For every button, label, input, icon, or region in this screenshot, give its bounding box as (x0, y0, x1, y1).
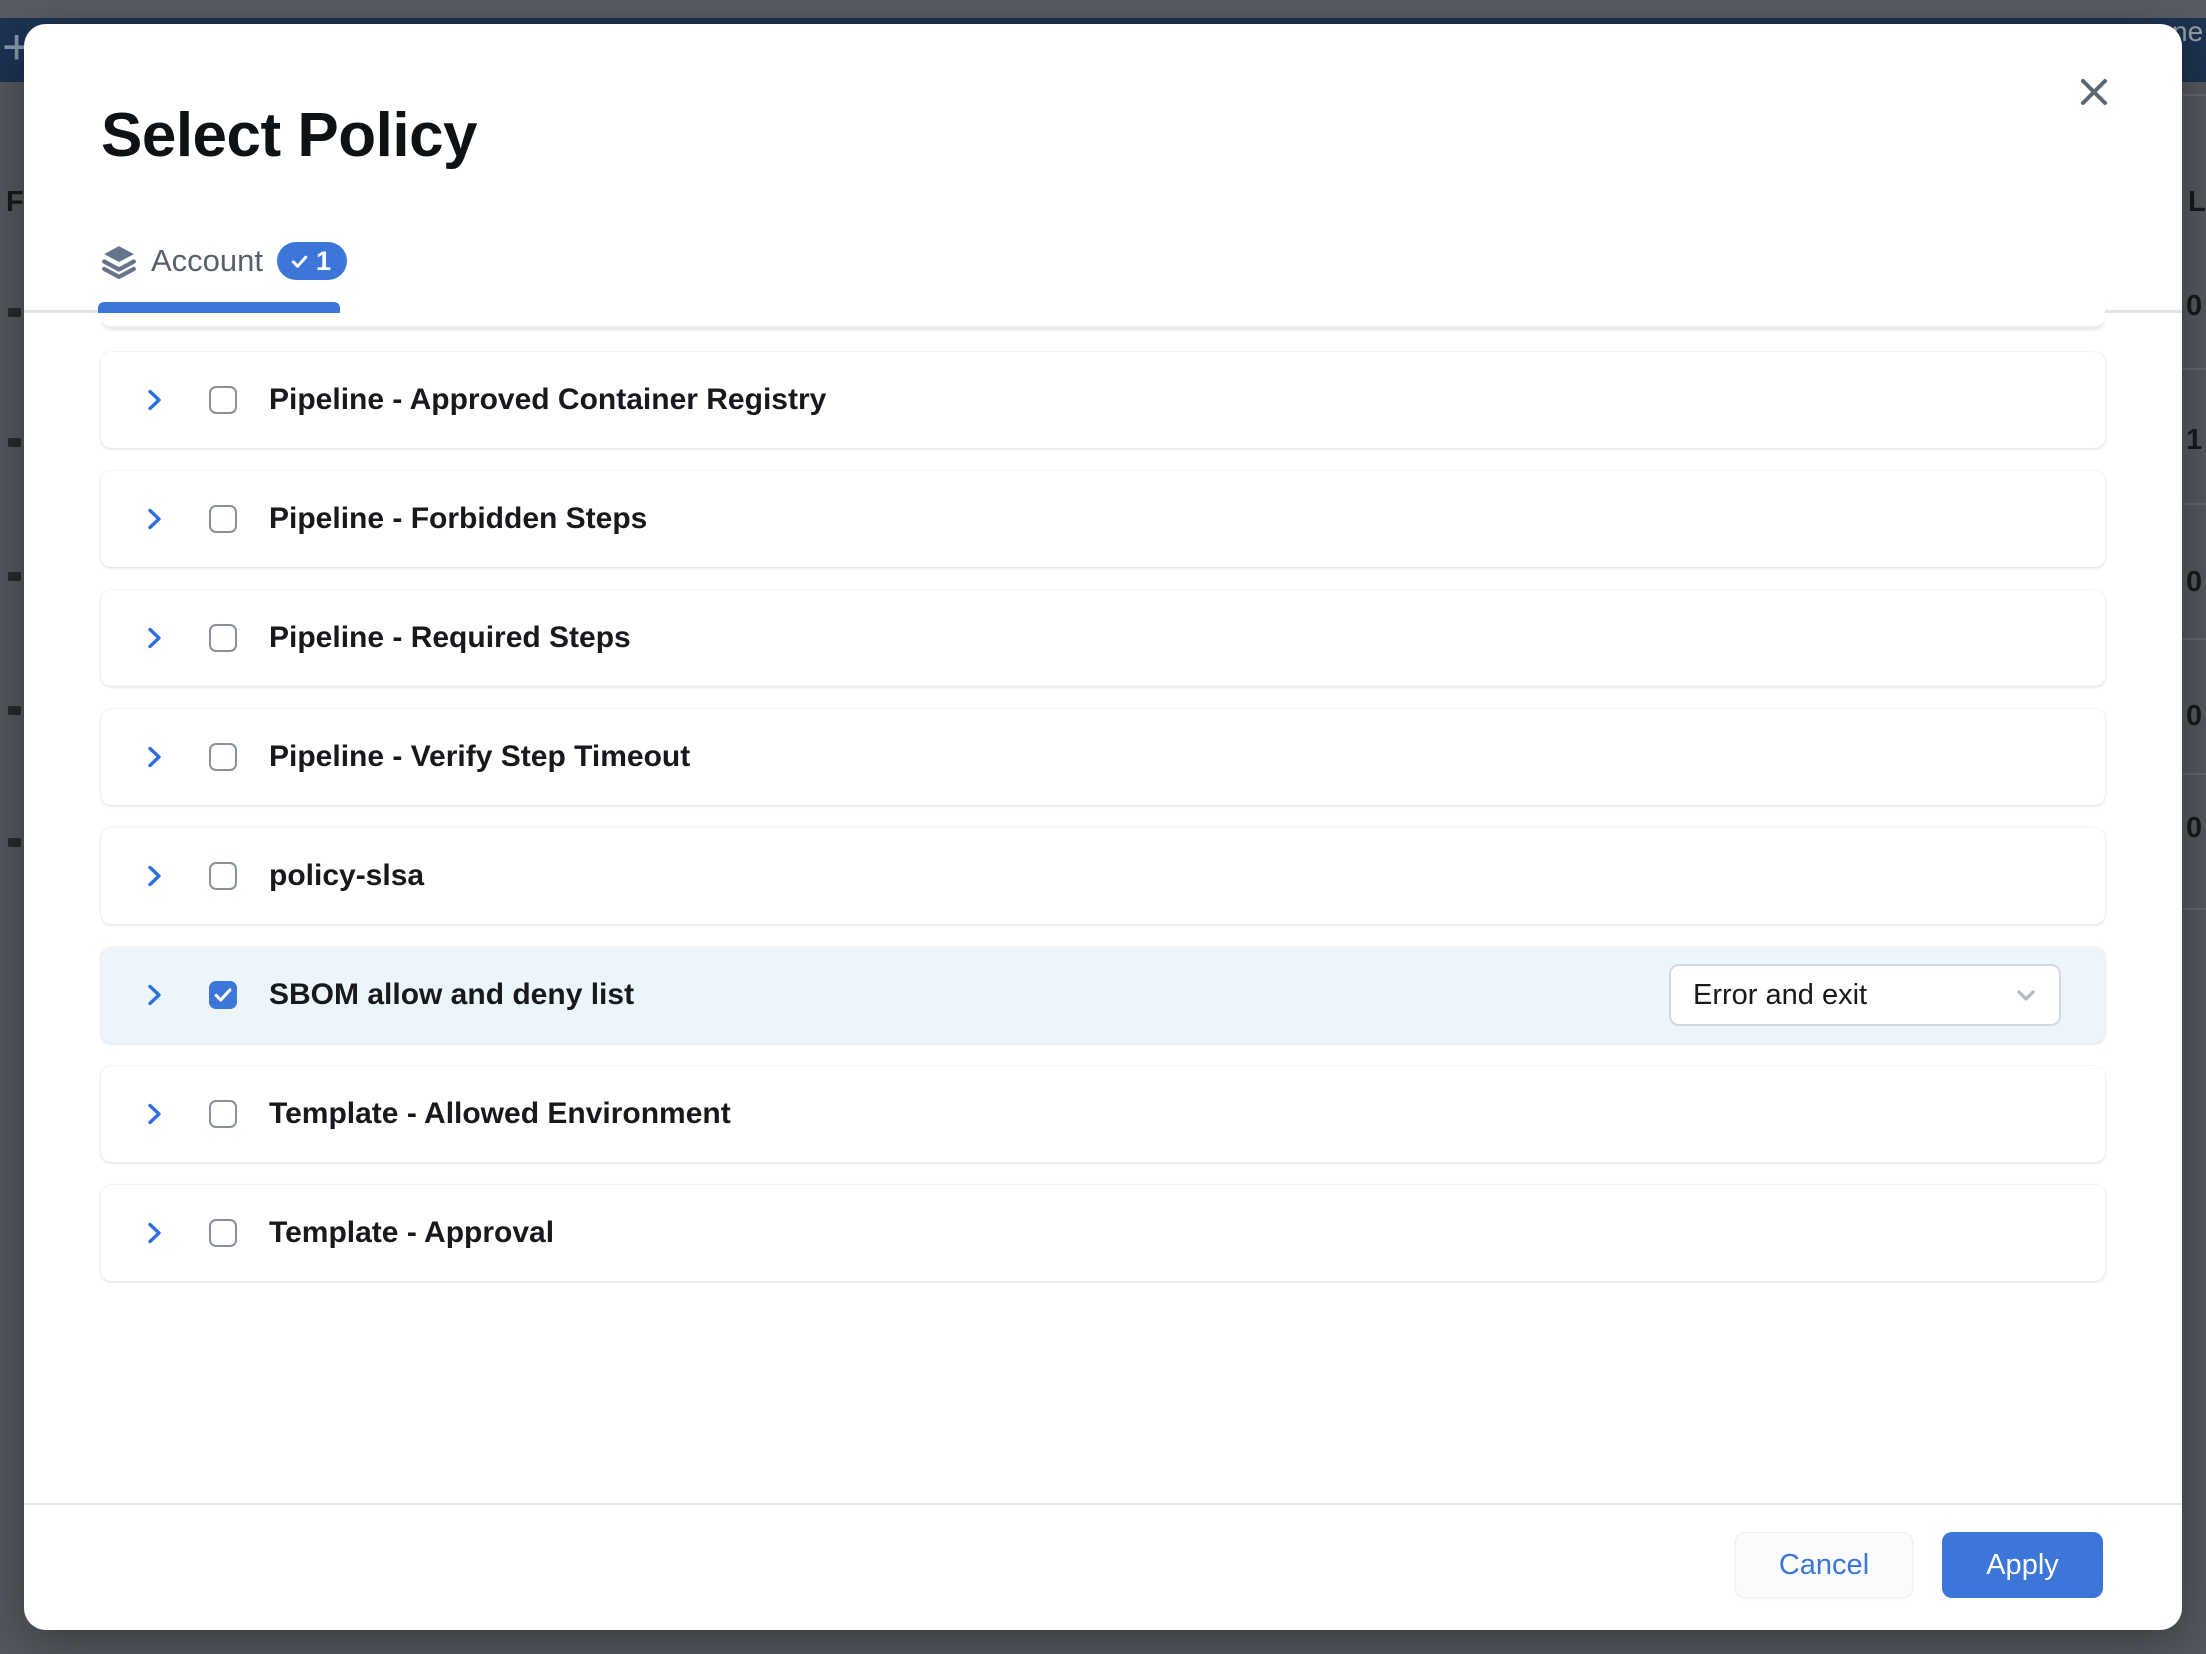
chevron-down-icon (2013, 982, 2039, 1008)
background-count-fragment: 0 (2186, 566, 2202, 599)
background-row-divider (2182, 503, 2206, 505)
background-header-fragment-left: F (6, 186, 24, 219)
background-topbar (0, 0, 2206, 18)
policy-action-value: Error and exit (1693, 979, 1867, 1012)
background-header-fragment-right: L (2188, 186, 2206, 219)
policy-checkbox[interactable] (209, 1219, 237, 1247)
cancel-button[interactable]: Cancel (1735, 1532, 1913, 1598)
policy-label: Pipeline - Approved Container Registry (269, 383, 826, 417)
apply-button[interactable]: Apply (1942, 1532, 2103, 1598)
select-policy-dialog: Select Policy Account 1 (24, 24, 2182, 1630)
layers-icon (101, 243, 137, 279)
background-count-fragment: 0 (2186, 812, 2202, 845)
close-button[interactable] (2068, 66, 2120, 118)
background-row-divider (2182, 773, 2206, 775)
expand-chevron-icon[interactable] (141, 1101, 167, 1127)
policy-label: Pipeline - Verify Step Timeout (269, 740, 690, 774)
policy-checkbox[interactable] (209, 981, 237, 1009)
policy-row[interactable]: Template - Allowed Environment (101, 1066, 2105, 1162)
tab-account-label: Account (151, 243, 263, 279)
tab-account[interactable]: Account 1 (101, 238, 347, 284)
background-count-fragment: 0 (2186, 700, 2202, 733)
expand-chevron-icon[interactable] (141, 982, 167, 1008)
scrolled-policy-row-edge (101, 296, 2105, 328)
expand-chevron-icon[interactable] (141, 863, 167, 889)
expand-chevron-icon[interactable] (141, 1220, 167, 1246)
policy-row[interactable]: SBOM allow and deny list Error and exit (101, 947, 2105, 1043)
background-row-fragment (8, 572, 21, 581)
policy-checkbox[interactable] (209, 743, 237, 771)
policy-row[interactable]: Pipeline - Approved Container Registry (101, 352, 2105, 448)
background-row-divider (2182, 638, 2206, 640)
policy-checkbox[interactable] (209, 862, 237, 890)
dialog-title: Select Policy (101, 100, 477, 171)
policy-row[interactable]: Pipeline - Forbidden Steps (101, 471, 2105, 567)
expand-chevron-icon[interactable] (141, 506, 167, 532)
background-row-fragment (8, 706, 21, 715)
selected-count: 1 (316, 246, 331, 277)
policy-checkbox[interactable] (209, 505, 237, 533)
policy-label: Pipeline - Required Steps (269, 621, 631, 655)
close-icon (2075, 73, 2113, 111)
policy-row[interactable]: Template - Approval (101, 1185, 2105, 1281)
policy-checkbox[interactable] (209, 624, 237, 652)
policy-list: Pipeline - Approved Container Registry P… (101, 352, 2105, 1281)
background-count-fragment: 0 (2186, 290, 2202, 323)
selected-count-badge: 1 (277, 242, 347, 280)
active-tab-indicator (98, 302, 340, 313)
expand-chevron-icon[interactable] (141, 744, 167, 770)
policy-label: Template - Approval (269, 1216, 554, 1250)
policy-checkbox[interactable] (209, 1100, 237, 1128)
background-row-divider (2182, 368, 2206, 370)
policy-label: Pipeline - Forbidden Steps (269, 502, 647, 536)
policy-label: Template - Allowed Environment (269, 1097, 731, 1131)
background-row-divider (2182, 908, 2206, 910)
footer-divider (24, 1503, 2182, 1505)
expand-chevron-icon[interactable] (141, 625, 167, 651)
check-icon (290, 252, 309, 271)
background-row-fragment (8, 308, 21, 317)
background-row-divider (2182, 94, 2206, 96)
policy-row[interactable]: Pipeline - Verify Step Timeout (101, 709, 2105, 805)
policy-checkbox[interactable] (209, 386, 237, 414)
policy-row[interactable]: Pipeline - Required Steps (101, 590, 2105, 686)
background-row-fragment (8, 838, 21, 847)
policy-action-dropdown[interactable]: Error and exit (1669, 964, 2061, 1026)
policy-label: SBOM allow and deny list (269, 978, 634, 1012)
expand-chevron-icon[interactable] (141, 387, 167, 413)
policy-label: policy-slsa (269, 859, 424, 893)
policy-row[interactable]: policy-slsa (101, 828, 2105, 924)
background-row-fragment (8, 438, 21, 447)
background-count-fragment: 1 (2186, 424, 2202, 457)
